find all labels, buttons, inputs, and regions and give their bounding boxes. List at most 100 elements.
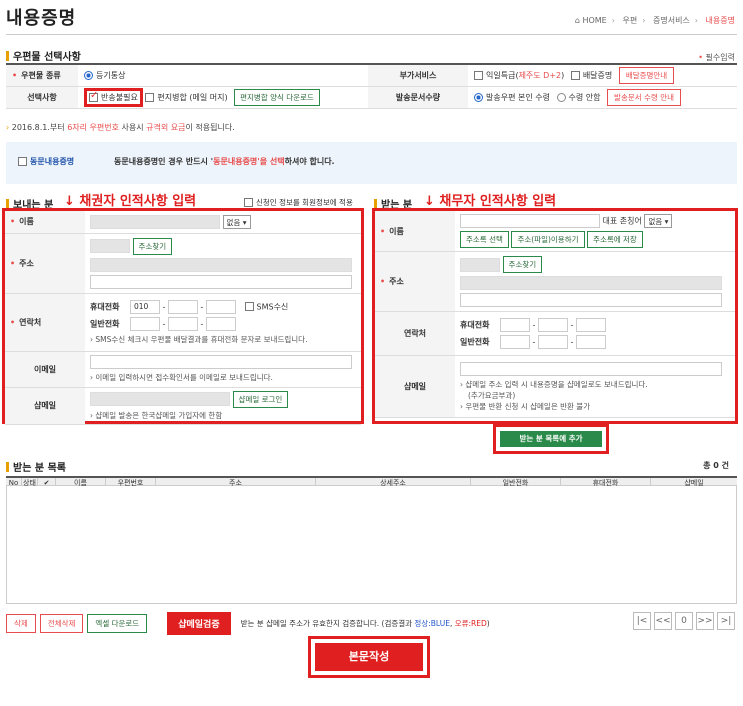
receiver-phone-1[interactable] [500, 335, 530, 349]
sender-contact-label: 연락처 [19, 317, 42, 327]
excel-download-button[interactable]: 엑셀 다운로드 [87, 614, 148, 633]
next-page-icon[interactable]: >> [696, 612, 714, 630]
breadcrumb: ⌂ HOME › 우편 › 증명서비스 › 내용증명 [574, 16, 735, 25]
mail-type-radio[interactable] [84, 70, 93, 80]
breadcrumb-cert[interactable]: 증명서비스 [653, 16, 690, 25]
delete-button[interactable]: 삭제 [6, 614, 36, 633]
sender-email-input[interactable] [90, 355, 352, 369]
receiver-addr-input[interactable] [460, 276, 722, 290]
pager: |< << 0 >> >| [633, 612, 735, 630]
breadcrumb-mail[interactable]: 우편 [623, 16, 638, 25]
receiver-semail-input[interactable] [460, 361, 722, 376]
list-body[interactable] [6, 486, 737, 604]
col-addr: 주소 [156, 478, 316, 487]
receiver-phone-2[interactable] [537, 335, 568, 349]
list-total: 총 0 건 [703, 461, 729, 470]
semail-hint: 샵메일 발송은 한국샵메일 가입자에 한함 [95, 410, 223, 420]
divider [6, 34, 737, 35]
addr-file-button[interactable]: 주소(파일)이용하기 [511, 231, 585, 248]
receiver-semail-hint-3: 우편물 반환 신청 시 샵메일은 반환 불가 [465, 401, 591, 411]
sender-email-label: 이메일 [5, 351, 85, 388]
qty-radio-self[interactable] [474, 92, 483, 102]
sender-mobile-2[interactable] [167, 299, 198, 314]
receiver-annotation: ↓ 채무자 인적사항 입력 [424, 194, 557, 209]
receiver-addr-detail-input[interactable] [460, 293, 722, 307]
delivery-cert-checkbox[interactable] [570, 70, 580, 80]
semail-login-button[interactable]: 샵메일 로그인 [232, 390, 289, 408]
delete-all-button[interactable]: 전체삭제 [39, 614, 84, 633]
extra-label: 부가서비스 [368, 64, 468, 87]
verify-note: 받는 분 샵메일 주소가 유효한지 검증합니다. (검증결과 정상:BLUE, … [240, 619, 490, 628]
receiver-addr-label: 주소 [389, 277, 404, 286]
sender-addr-search-button[interactable]: 주소찾기 [132, 237, 173, 255]
return-unneeded-checkbox[interactable] [89, 90, 98, 102]
col-status: 상태 [22, 478, 38, 487]
receiver-contact-label: 연락처 [375, 311, 455, 356]
receiver-mobile-3[interactable] [575, 318, 606, 332]
sender-phone-1[interactable] [130, 316, 160, 331]
sender-mobile-3[interactable] [205, 299, 236, 314]
email-hint: 이메일 입력하시면 접수확인서를 이메일로 보내드립니다. [95, 373, 273, 382]
receiver-mobile-2[interactable] [537, 318, 568, 332]
col-check[interactable]: ✔ [38, 478, 56, 487]
sender-phone-label: 일반전화 [90, 319, 120, 328]
selection-label: 선택사항 [6, 86, 78, 109]
sms-hint: SMS수신 체크시 우편물 배달결과를 휴대전화 문자로 보내드립니다. [95, 334, 308, 344]
dong-checkbox[interactable] [18, 157, 27, 166]
prev-page-icon[interactable]: << [654, 612, 672, 630]
sender-semail-label: 샵메일 [5, 387, 85, 425]
mail-type-label: 우편물 종류 [21, 70, 61, 80]
receiver-phone-label: 일반전화 [460, 337, 490, 347]
rep-select[interactable]: 없음 ▾ [644, 214, 673, 228]
sms-checkbox[interactable] [244, 302, 254, 311]
sender-semail-input[interactable] [90, 392, 230, 406]
receiver-addr-search-button[interactable]: 주소찾기 [502, 256, 543, 273]
dong-text: 동문내용증명인 경우 반드시 '동문내용증명'을 선택하셔야 합니다. [114, 157, 335, 166]
receiver-phone-3[interactable] [575, 335, 606, 349]
qty-info-button[interactable]: 발송문서 수령 안내 [607, 88, 682, 106]
add-to-list-button[interactable]: 받는 분 목록에 추가 [500, 431, 602, 447]
sender-mobile-label: 휴대전화 [90, 302, 120, 311]
save-info-option: 신청인 정보를 회원정보에 적용 [244, 197, 353, 208]
write-button-highlight: 본문작성 [308, 636, 430, 678]
receiver-zip-input[interactable] [460, 257, 500, 272]
options-table: • 우편물 종류 등기통상 부가서비스 익일특급(제주도 D+2) 배달증명 배달… [6, 63, 737, 109]
receiver-panel: • 이름 대표 존칭어 없음 ▾ 주소록 선택 주소(파일)이용하기 주소록에 저… [372, 208, 738, 424]
col-mobile: 휴대전화 [561, 478, 651, 487]
first-page-icon[interactable]: |< [633, 612, 651, 630]
home-icon: ⌂ [574, 16, 580, 25]
sender-addr-label: 주소 [19, 258, 34, 268]
sender-addr-detail-input[interactable] [90, 274, 352, 289]
receiver-mobile-1[interactable] [500, 318, 530, 332]
semail-verify-button[interactable]: 샵메일검증 [167, 612, 231, 635]
write-body-button[interactable]: 본문작성 [315, 643, 423, 671]
next-day-checkbox[interactable] [474, 70, 483, 80]
merge-download-button[interactable]: 편지병합 양식 다운로드 [234, 88, 320, 106]
qty-radio-none[interactable] [556, 92, 566, 102]
receiver-name-input[interactable] [460, 214, 600, 228]
delivery-info-button[interactable]: 배달증명안내 [618, 66, 675, 84]
receiver-mobile-label: 휴대전화 [460, 320, 490, 330]
receiver-semail-hint-1: 샵메일 주소 입력 시 내용증명을 샵메일로도 보내드립니다. [465, 379, 648, 389]
breadcrumb-home[interactable]: HOME [582, 16, 606, 25]
sender-name-label: 이름 [19, 217, 34, 227]
merge-checkbox[interactable] [145, 92, 155, 102]
sender-mobile-1[interactable]: 010 [130, 299, 160, 314]
col-name: 이름 [56, 478, 106, 487]
addr-book-select-button[interactable]: 주소록 선택 [460, 231, 509, 248]
sender-phone-3[interactable] [205, 316, 236, 331]
last-page-icon[interactable]: >| [717, 612, 735, 630]
return-unneeded-highlight: 반송불필요 [84, 87, 143, 107]
addr-book-save-button[interactable]: 주소록에 저장 [587, 231, 643, 248]
sender-panel: • 이름 없음 ▾ • 주소 주소찾기 • 연락처 휴대전화 010 - - SMS수… [2, 208, 364, 425]
col-addr-detail: 상세주소 [316, 478, 471, 487]
sender-name-input[interactable] [90, 214, 220, 229]
sender-addr-input[interactable] [90, 257, 352, 272]
sender-name-select[interactable]: 없음 ▾ [222, 214, 251, 229]
page-number[interactable]: 0 [675, 612, 693, 630]
sender-phone-2[interactable] [167, 316, 198, 331]
save-info-checkbox[interactable] [244, 198, 253, 207]
options-section-title: 우편물 선택사항 [6, 48, 81, 63]
sender-zip-input[interactable] [90, 239, 130, 253]
col-no: No [6, 478, 22, 487]
